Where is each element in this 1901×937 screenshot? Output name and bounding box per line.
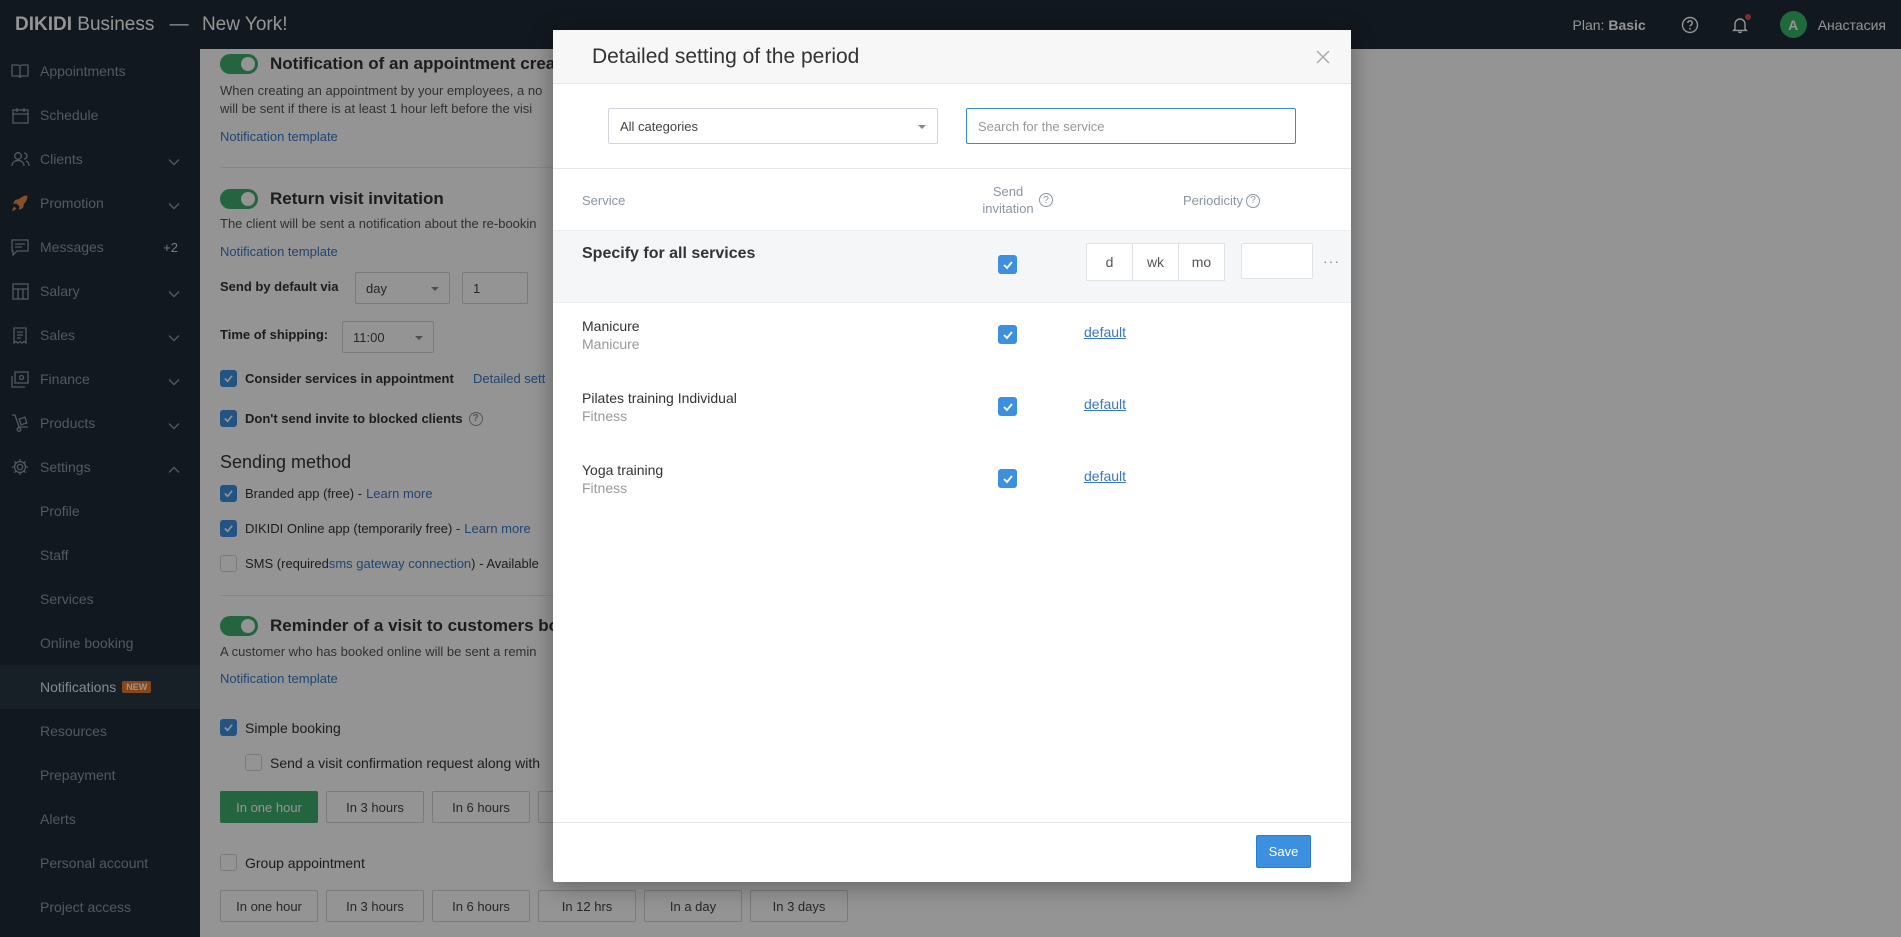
table-row-all-services: Specify for all services d wk mo ···: [553, 231, 1351, 303]
period-settings-modal: Detailed setting of the period All categ…: [553, 30, 1351, 882]
column-header-send-invitation: Send invitation ?: [973, 183, 1053, 217]
service-search-input[interactable]: [966, 108, 1296, 144]
send-invitation-checkbox[interactable]: [998, 255, 1017, 274]
unit-day-button[interactable]: d: [1086, 243, 1133, 281]
send-invitation-checkbox[interactable]: [998, 397, 1017, 416]
period-default-link[interactable]: default: [1084, 468, 1126, 484]
period-unit-group: d wk mo: [1086, 243, 1225, 281]
service-category: Manicure: [582, 336, 640, 352]
column-header-label: Send: [992, 184, 1024, 199]
send-invitation-checkbox[interactable]: [998, 325, 1017, 344]
unit-week-button[interactable]: wk: [1132, 243, 1179, 281]
category-select[interactable]: All categories: [608, 108, 938, 144]
help-icon[interactable]: ?: [1039, 193, 1053, 207]
select-value: All categories: [620, 118, 699, 134]
caret-icon: [918, 125, 926, 129]
service-name: Manicure: [582, 318, 640, 334]
close-icon[interactable]: [1313, 47, 1333, 67]
service-name: Pilates training Individual: [582, 390, 737, 406]
table-row: Manicure Manicure default: [553, 303, 1351, 375]
all-services-label: Specify for all services: [582, 245, 756, 262]
table-header: Service Send invitation ? Periodicity ?: [553, 169, 1351, 231]
more-options-icon[interactable]: ···: [1323, 253, 1340, 269]
save-button[interactable]: Save: [1256, 835, 1311, 868]
filter-row: All categories: [553, 84, 1351, 169]
period-default-link[interactable]: default: [1084, 396, 1126, 412]
service-name: Yoga training: [582, 462, 664, 478]
modal-footer: Save: [553, 822, 1351, 882]
column-header-label: invitation: [982, 201, 1034, 216]
service-category: Fitness: [582, 480, 628, 496]
send-invitation-checkbox[interactable]: [998, 469, 1017, 488]
column-header-label: Periodicity: [1183, 193, 1243, 208]
modal-header: Detailed setting of the period: [553, 30, 1351, 84]
period-default-link[interactable]: default: [1084, 324, 1126, 340]
service-category: Fitness: [582, 408, 628, 424]
column-header-periodicity: Periodicity ?: [1183, 193, 1260, 208]
unit-month-button[interactable]: mo: [1178, 243, 1225, 281]
table-row: Yoga training Fitness default: [553, 447, 1351, 519]
modal-title: Detailed setting of the period: [592, 44, 860, 68]
column-header-service: Service: [582, 193, 626, 208]
table-row: Pilates training Individual Fitness defa…: [553, 375, 1351, 447]
period-value-input[interactable]: [1241, 243, 1313, 279]
help-icon[interactable]: ?: [1245, 193, 1260, 208]
